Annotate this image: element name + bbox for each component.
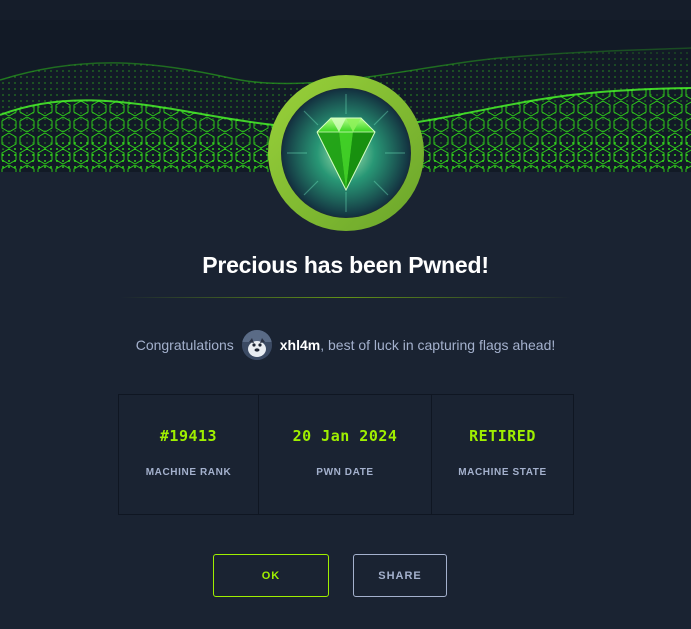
stat-label: PWN DATE xyxy=(316,467,374,478)
stat-value: #19413 xyxy=(159,427,218,445)
stat-pwn-date: 20 Jan 2024 PWN DATE xyxy=(259,395,432,514)
congrats-message: Congratulations xhl4m , best of luck in … xyxy=(0,330,691,360)
stat-value: 20 Jan 2024 xyxy=(292,427,398,445)
divider xyxy=(120,297,571,298)
stat-value: RETIRED xyxy=(469,427,536,445)
congrats-prefix: Congratulations xyxy=(135,337,234,353)
emerald-gem-icon xyxy=(267,74,425,232)
avatar[interactable] xyxy=(241,330,272,360)
username-link[interactable]: xhl4m xyxy=(280,337,320,353)
page-title: Precious has been Pwned! xyxy=(202,252,489,278)
stat-machine-rank: #19413 MACHINE RANK xyxy=(119,395,259,514)
stats-panel: #19413 MACHINE RANK 20 Jan 2024 PWN DATE… xyxy=(118,394,574,515)
ok-button[interactable]: OK xyxy=(213,554,329,597)
stat-label: MACHINE STATE xyxy=(458,467,547,478)
stat-machine-state: RETIRED MACHINE STATE xyxy=(432,395,573,514)
stat-label: MACHINE RANK xyxy=(145,467,232,478)
top-strip xyxy=(0,0,691,20)
congrats-suffix: , best of luck in capturing flags ahead! xyxy=(320,337,556,353)
share-button[interactable]: SHARE xyxy=(353,554,447,597)
